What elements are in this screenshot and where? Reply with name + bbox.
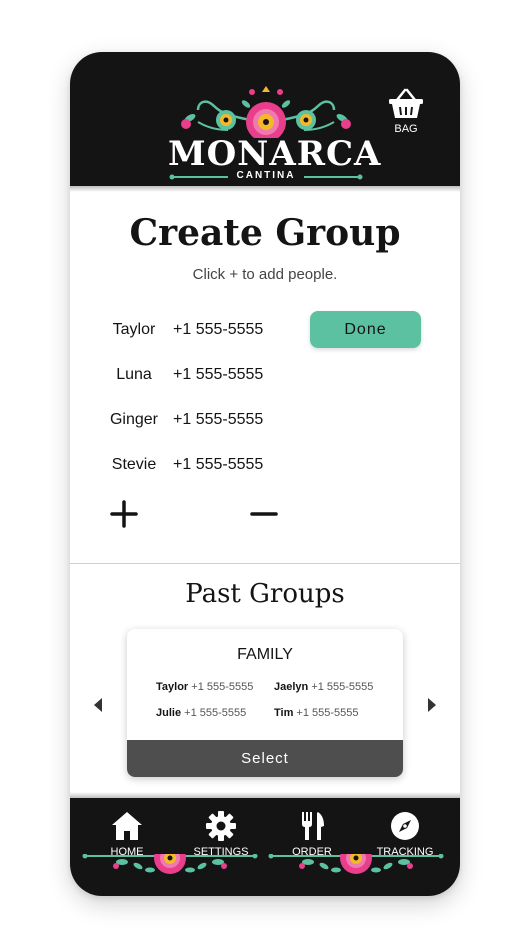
basket-icon (389, 88, 423, 118)
group-member-row: Ginger +1 555-5555 (70, 411, 460, 435)
section-divider (70, 563, 460, 564)
card-member: Jaelyn +1 555-5555 (274, 681, 373, 693)
card-member-phone: +1 555-5555 (311, 681, 374, 693)
past-group-card: FAMILY Taylor +1 555-5555 Jaelyn +1 555-… (127, 629, 403, 777)
logo-underline (169, 174, 363, 180)
card-member: Taylor +1 555-5555 (156, 681, 253, 693)
member-phone: +1 555-5555 (173, 321, 264, 338)
floral-ornament-icon (181, 86, 351, 142)
brand-logo: MONARCA CANTINA (168, 86, 382, 182)
brand-name: MONARCA (168, 134, 382, 174)
card-member-phone: +1 555-5555 (296, 707, 359, 719)
app-header: MONARCA CANTINA BAG (70, 52, 460, 186)
compass-icon (391, 812, 419, 840)
card-member-phone: +1 555-5555 (184, 707, 247, 719)
card-member: Julie +1 555-5555 (156, 707, 246, 719)
member-phone: +1 555-5555 (173, 456, 264, 473)
gear-icon (206, 811, 236, 841)
member-name: Stevie (111, 456, 157, 473)
fork-knife-icon (302, 812, 324, 840)
header-shadow (70, 186, 460, 192)
add-person-button[interactable] (110, 500, 138, 528)
floral-border-icon (82, 854, 258, 874)
member-name: Luna (116, 366, 152, 383)
minus-icon (250, 512, 278, 516)
create-group-hint: Click + to add people. (192, 266, 338, 283)
caret-right-icon (428, 698, 436, 712)
bag-button[interactable]: BAG (386, 88, 426, 138)
card-member: Tim +1 555-5555 (274, 707, 359, 719)
done-button[interactable]: Done (310, 311, 421, 348)
bottom-nav: HOME SETTINGS ORDER TRACKING (70, 798, 460, 896)
carousel-next-button[interactable] (426, 697, 438, 717)
group-member-row: Stevie +1 555-5555 (70, 456, 460, 480)
bag-label: BAG (394, 123, 418, 135)
member-phone: +1 555-5555 (173, 411, 264, 428)
card-member-name: Taylor (156, 681, 189, 693)
past-groups-title: Past Groups (185, 579, 345, 609)
card-member-name: Julie (156, 707, 182, 719)
carousel-prev-button[interactable] (92, 697, 104, 717)
member-name: Taylor (112, 321, 156, 338)
phone-frame: MONARCA CANTINA BAG Create Group Click +… (70, 52, 460, 896)
page-title: Create Group (129, 212, 401, 254)
home-icon (112, 812, 142, 840)
member-name: Ginger (109, 411, 159, 428)
select-group-button[interactable]: Select (127, 740, 403, 777)
plus-icon (110, 500, 138, 528)
group-name: FAMILY (237, 646, 293, 663)
group-member-row: Luna +1 555-5555 (70, 366, 460, 390)
card-member-name: Tim (274, 707, 294, 719)
remove-person-button[interactable] (250, 500, 278, 528)
card-member-phone: +1 555-5555 (191, 681, 254, 693)
card-member-name: Jaelyn (274, 681, 309, 693)
floral-border-icon (268, 854, 444, 874)
member-phone: +1 555-5555 (173, 366, 264, 383)
caret-left-icon (94, 698, 102, 712)
